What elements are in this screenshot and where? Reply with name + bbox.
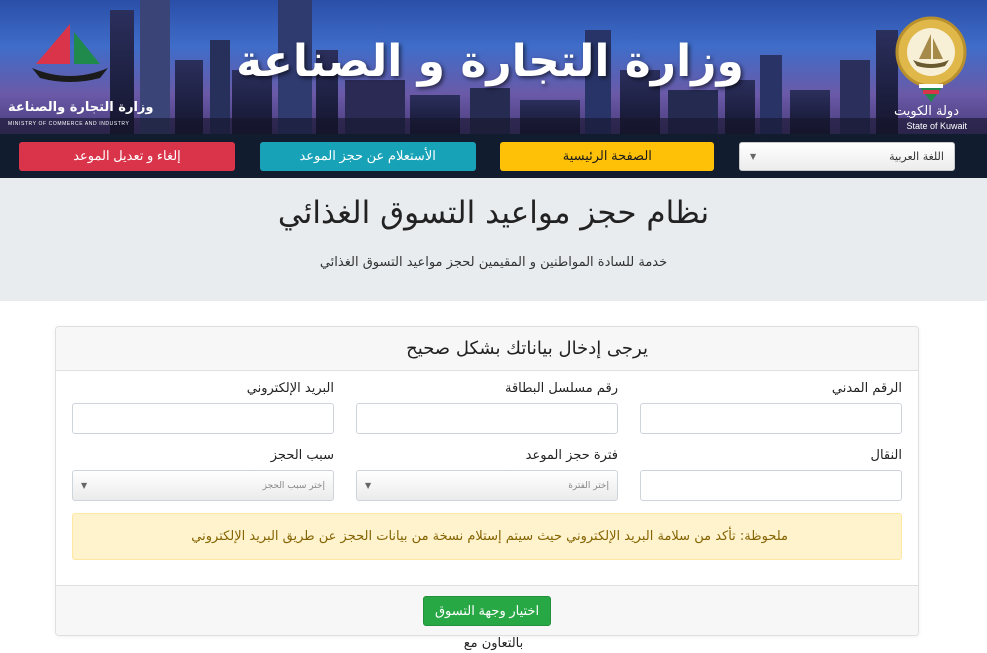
mobile-label: النقال (870, 448, 902, 463)
state-name-en: State of Kuwait (906, 121, 967, 131)
mobile-field: النقال (640, 448, 902, 501)
reason-select[interactable]: إختر سبب الحجز ▼ (72, 470, 334, 501)
period-select[interactable]: إختر الفترة ▼ (356, 470, 618, 501)
email-label: البريد الإلكتروني (246, 381, 334, 396)
civil-id-label: الرقم المدني (831, 381, 902, 396)
period-select-placeholder: إختر الفترة (568, 480, 609, 491)
language-select-value: اللغة العربية (889, 149, 944, 163)
card-serial-label: رقم مسلسل البطاقة (504, 381, 618, 396)
form-row-2: النقال فترة حجز الموعد إختر الفترة ▼ سبب… (72, 448, 902, 501)
language-select[interactable]: اللغة العربية ▼ (738, 141, 955, 171)
email-input[interactable] (72, 403, 334, 434)
inquiry-button[interactable]: الأستعلام عن حجز الموعد (259, 141, 476, 171)
home-button[interactable]: الصفحة الرئيسية (500, 141, 715, 171)
period-field: فترة حجز الموعد إختر الفترة ▼ (356, 448, 618, 501)
main-navbar: إلغاء و تعديل الموعد الأستعلام عن حجز ال… (0, 134, 987, 178)
header-banner: وزارة التجارة والصناعة MINISTRY OF COMME… (0, 0, 987, 134)
chevron-down-icon: ▼ (81, 481, 88, 490)
period-label: فترة حجز الموعد (525, 448, 618, 463)
chevron-down-icon: ▼ (365, 481, 372, 490)
civil-id-input[interactable] (640, 403, 902, 434)
reason-select-placeholder: إختر سبب الحجز (262, 480, 325, 491)
email-field: البريد الإلكتروني (72, 381, 334, 434)
ministry-title: وزارة التجارة و الصناعة (236, 36, 744, 87)
page-subtitle: خدمة للسادة المواطنين و المقيمين لحجز مو… (319, 255, 668, 271)
choose-destination-button[interactable]: اختيار وجهة التسوق (422, 595, 552, 626)
civil-id-field: الرقم المدني (640, 381, 902, 434)
form-footer: اختيار وجهة التسوق (56, 585, 918, 635)
card-serial-field: رقم مسلسل البطاقة (356, 381, 618, 434)
ministry-dhow-logo (32, 24, 108, 82)
mobile-input[interactable] (640, 470, 902, 501)
form-body: الرقم المدني رقم مسلسل البطاقة البريد ال… (56, 371, 918, 560)
reason-label: سبب الحجز (270, 448, 334, 463)
kuwait-emblem-icon (895, 16, 967, 102)
card-serial-input[interactable] (356, 403, 618, 434)
chevron-down-icon: ▼ (749, 151, 757, 161)
page-title: نظام حجز مواعيد التسوق الغذائي (277, 195, 710, 231)
hero-section: نظام حجز مواعيد التسوق الغذائي خدمة للسا… (0, 178, 987, 301)
cancel-appointment-button[interactable]: إلغاء و تعديل الموعد (19, 141, 235, 171)
ministry-name-ar: وزارة التجارة والصناعة (8, 100, 154, 115)
state-name-ar: دولة الكويت (894, 104, 959, 119)
ministry-name-en: MINISTRY OF COMMERCE AND INDUSTRY (8, 121, 130, 127)
form-row-1: الرقم المدني رقم مسلسل البطاقة البريد ال… (72, 381, 902, 434)
cooperation-text: بالتعاون مع (463, 636, 524, 651)
booking-form-card: يرجى إدخال بياناتك بشكل صحيح الرقم المدن… (55, 326, 919, 636)
reason-field: سبب الحجز إختر سبب الحجز ▼ (72, 448, 334, 501)
email-note-alert: ملحوظة: تأكد من سلامة البريد الإلكتروني … (72, 513, 902, 560)
form-header: يرجى إدخال بياناتك بشكل صحيح (56, 327, 918, 371)
